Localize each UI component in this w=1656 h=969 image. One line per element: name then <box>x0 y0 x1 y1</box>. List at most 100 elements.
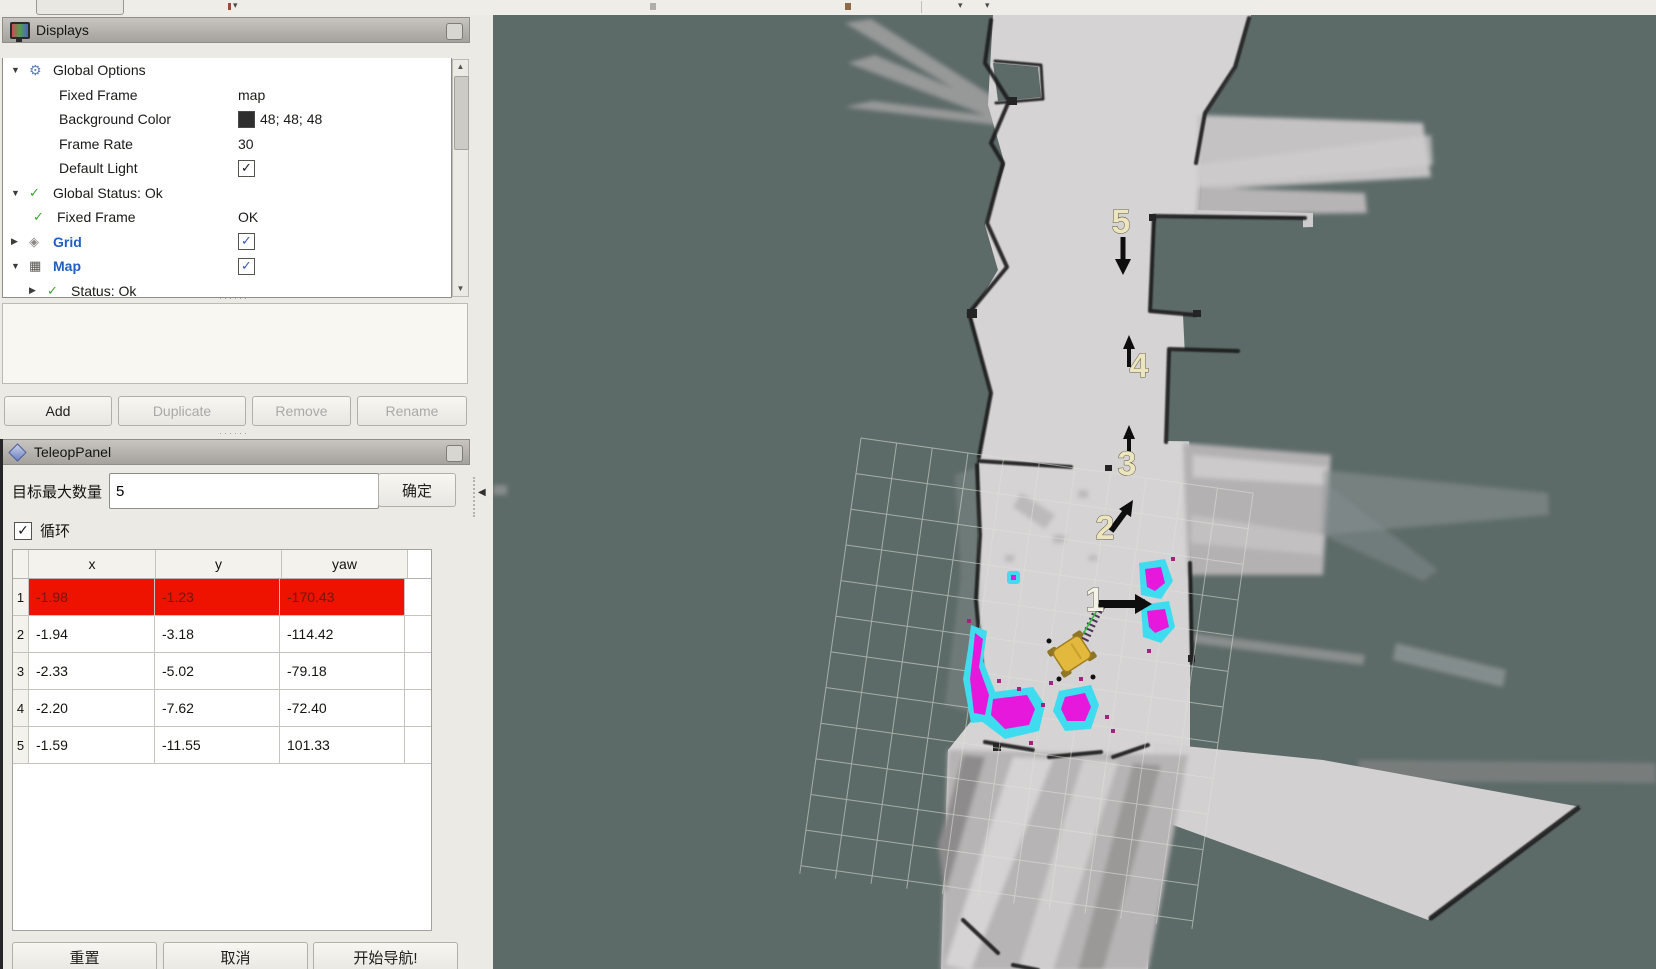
reset-button[interactable]: 重置 <box>12 942 157 969</box>
row-number[interactable]: 1 <box>13 579 29 615</box>
check-icon: ✓ <box>33 209 57 225</box>
waypoint-table-body: 1-1.98-1.23-170.432-1.94-3.18-114.423-2.… <box>13 579 431 764</box>
table-row[interactable]: 3-2.33-5.02-79.18 <box>13 653 431 690</box>
row-number[interactable]: 4 <box>13 690 29 726</box>
scrollbar-thumb[interactable] <box>454 76 469 150</box>
property-value[interactable]: 48; 48; 48 <box>238 111 322 128</box>
display-row-frame-rate[interactable]: Frame Rate 30 <box>3 132 451 157</box>
property-value[interactable]: map <box>238 87 265 103</box>
cell-x[interactable]: -1.98 <box>29 579 155 615</box>
waypoint-table-header: x y yaw <box>13 550 431 579</box>
property-value[interactable]: 30 <box>238 136 254 152</box>
cell-y[interactable]: -11.55 <box>155 727 280 763</box>
display-row-background-color[interactable]: Background Color48; 48; 48 <box>3 107 451 132</box>
duplicate-button[interactable]: Duplicate <box>118 396 246 426</box>
display-row-label: Frame Rate <box>59 136 133 152</box>
chevron-down-icon: ▾ <box>233 0 238 11</box>
displays-icon <box>10 22 30 39</box>
teleop-panel-header[interactable]: TeleopPanel <box>2 439 470 465</box>
waypoint-label-2: 2 <box>1096 509 1115 547</box>
display-row-label: Status: Ok <box>71 283 136 298</box>
property-checkbox[interactable]: ✓ <box>238 160 255 177</box>
cell-x[interactable]: -1.59 <box>29 727 155 763</box>
panel-splitter[interactable]: ◀ <box>470 15 493 969</box>
panel-float-button[interactable] <box>446 445 463 462</box>
property-value[interactable]: ✓ <box>238 233 255 250</box>
cancel-button[interactable]: 取消 <box>163 942 308 969</box>
cell-yaw[interactable]: -72.40 <box>280 690 405 726</box>
expander-icon[interactable]: ▼ <box>11 261 29 271</box>
expander-icon[interactable]: ▼ <box>11 188 29 198</box>
gear-icon: ⚙ <box>29 62 53 79</box>
map-canvas[interactable]: 12345 <box>493 15 1656 969</box>
display-row-global-status-ok[interactable]: ▼✓Global Status: Ok <box>3 181 451 206</box>
toolbar-glyph <box>228 3 231 10</box>
table-row[interactable]: 5-1.59-11.55101.33 <box>13 727 431 764</box>
display-row-label: Global Options <box>53 62 146 78</box>
cell-y[interactable]: -3.18 <box>155 616 280 652</box>
goal-count-input[interactable] <box>109 473 379 509</box>
displays-panel-header[interactable]: Displays <box>2 17 470 43</box>
cell-x[interactable]: -2.20 <box>29 690 155 726</box>
collapse-left-icon[interactable]: ◀ <box>478 487 486 498</box>
property-value[interactable]: ✓ <box>238 258 255 275</box>
table-row[interactable]: 2-1.94-3.18-114.42 <box>13 616 431 653</box>
add-button[interactable]: Add <box>4 396 112 426</box>
cell-x[interactable]: -2.33 <box>29 653 155 689</box>
waypoint-label-4: 4 <box>1130 347 1149 385</box>
property-value[interactable]: OK <box>238 209 258 225</box>
start-navigation-button[interactable]: 开始导航! <box>313 942 458 969</box>
cell-yaw[interactable]: -170.43 <box>280 579 405 615</box>
splitter-dots[interactable]: ······ <box>214 293 254 303</box>
cell-yaw[interactable]: -79.18 <box>280 653 405 689</box>
corner-header <box>13 550 29 578</box>
scroll-up-icon[interactable]: ▲ <box>453 60 468 74</box>
teleop-panel-title: TeleopPanel <box>34 444 111 460</box>
waypoint-label-3: 3 <box>1118 445 1137 483</box>
3d-render-view[interactable]: 12345 <box>493 15 1656 969</box>
displays-scrollbar[interactable]: ▲ ▼ <box>452 59 469 297</box>
window-edge <box>0 439 3 969</box>
row-number[interactable]: 3 <box>13 653 29 689</box>
panel-float-button[interactable] <box>446 23 463 40</box>
column-header-yaw[interactable]: yaw <box>282 550 408 578</box>
expander-icon[interactable]: ▶ <box>11 236 29 247</box>
toolbar-dropdown-icon[interactable]: ▾ <box>958 0 963 11</box>
table-row[interactable]: 4-2.20-7.62-72.40 <box>13 690 431 727</box>
column-header-y[interactable]: y <box>156 550 282 578</box>
cell-y[interactable]: -7.62 <box>155 690 280 726</box>
splitter-dots[interactable]: ······ <box>214 428 254 438</box>
table-row[interactable]: 1-1.98-1.23-170.43 <box>13 579 431 616</box>
property-checkbox[interactable]: ✓ <box>238 233 255 250</box>
display-row-grid[interactable]: ▶◈Grid✓ <box>3 230 451 255</box>
color-swatch <box>238 111 255 128</box>
cell-x[interactable]: -1.94 <box>29 616 155 652</box>
confirm-button[interactable]: 确定 <box>378 473 456 507</box>
display-row-global-options[interactable]: ▼⚙Global Options <box>3 58 451 83</box>
cell-yaw[interactable]: 101.33 <box>280 727 405 763</box>
toolbar-dropdown-icon[interactable]: ▾ <box>985 0 990 11</box>
property-checkbox[interactable]: ✓ <box>238 258 255 275</box>
display-row-default-light[interactable]: Default Light ✓ <box>3 156 451 181</box>
cell-y[interactable]: -5.02 <box>155 653 280 689</box>
cell-y[interactable]: -1.23 <box>155 579 280 615</box>
row-number[interactable]: 2 <box>13 616 29 652</box>
display-row-label: Default Light <box>59 160 138 176</box>
expander-icon[interactable]: ▼ <box>11 65 29 75</box>
rename-button[interactable]: Rename <box>357 396 467 426</box>
waypoint-label-5: 5 <box>1112 203 1131 241</box>
goal-count-label: 目标最大数量 <box>12 481 102 502</box>
remove-button[interactable]: Remove <box>252 396 351 426</box>
toolbar-tool-button[interactable] <box>36 0 124 15</box>
property-value[interactable]: ✓ <box>238 160 255 177</box>
cell-yaw[interactable]: -114.42 <box>280 616 405 652</box>
waypoint-table[interactable]: x y yaw 1-1.98-1.23-170.432-1.94-3.18-11… <box>12 549 432 931</box>
display-row-fixed-frame[interactable]: Fixed Framemap <box>3 83 451 108</box>
display-row-fixed-frame[interactable]: ✓Fixed FrameOK <box>3 205 451 230</box>
row-number[interactable]: 5 <box>13 727 29 763</box>
expander-icon[interactable]: ▶ <box>29 285 47 296</box>
column-header-x[interactable]: x <box>29 550 156 578</box>
loop-checkbox[interactable]: ✓ <box>14 522 32 540</box>
display-row-map[interactable]: ▼▦Map✓ <box>3 254 451 279</box>
scroll-down-icon[interactable]: ▼ <box>453 282 468 296</box>
